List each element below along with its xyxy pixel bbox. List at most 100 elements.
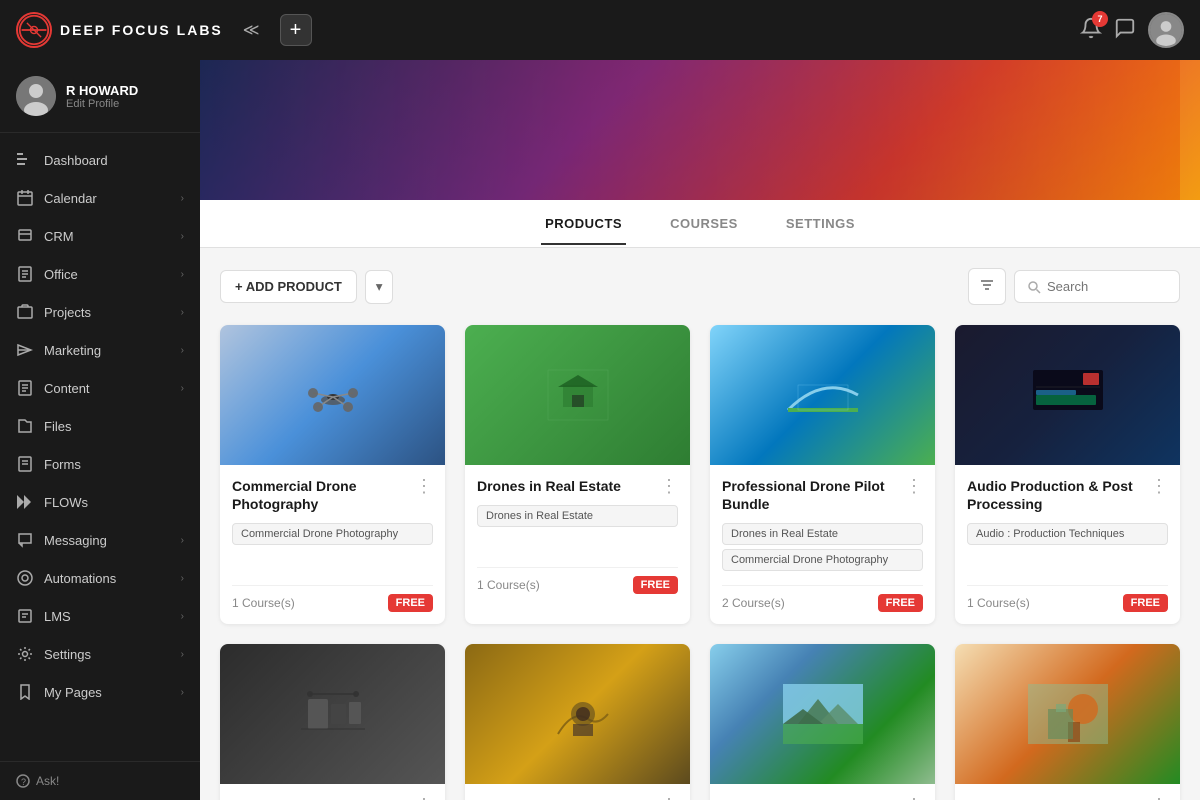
- forms-icon: [16, 455, 34, 473]
- free-badge: FREE: [388, 594, 433, 612]
- user-section: R HOWARD Edit Profile: [0, 60, 200, 133]
- sidebar-item-messaging[interactable]: Messaging ›: [0, 521, 200, 559]
- messages-btn[interactable]: [1114, 17, 1136, 44]
- sidebar-item-my-pages[interactable]: My Pages ›: [0, 673, 200, 711]
- office-icon: [16, 265, 34, 283]
- sidebar-item-dashboard[interactable]: Dashboard: [0, 141, 200, 179]
- card-image-photographer: [465, 644, 690, 784]
- hero-banner: [200, 60, 1200, 200]
- tab-products[interactable]: PRODUCTS: [541, 202, 626, 245]
- sidebar-item-settings[interactable]: Settings ›: [0, 635, 200, 673]
- product-card-landscape: Landscape Photography: Basics ⋮ Photogra…: [710, 644, 935, 800]
- notifications-btn[interactable]: 7: [1080, 17, 1102, 44]
- card-image-audio: [955, 325, 1180, 465]
- card-menu-btn[interactable]: ⋮: [905, 796, 923, 800]
- card-footer: 1 Course(s) FREE: [967, 585, 1168, 612]
- search-icon: [1027, 280, 1041, 294]
- sidebar-item-lms[interactable]: LMS ›: [0, 597, 200, 635]
- sidebar-label-forms: Forms: [44, 457, 81, 472]
- user-avatar-top[interactable]: [1148, 12, 1184, 48]
- sidebar-item-office[interactable]: Office ›: [0, 255, 200, 293]
- tab-courses[interactable]: COURSES: [666, 202, 742, 245]
- chevron-right-icon: ›: [181, 307, 184, 318]
- chevron-right-icon: ›: [181, 383, 184, 394]
- brand-name: DEEP FOCUS LABS: [60, 22, 223, 38]
- crm-icon: [16, 227, 34, 245]
- sidebar-item-crm[interactable]: CRM ›: [0, 217, 200, 255]
- toolbar-left: + ADD PRODUCT ▾: [220, 270, 393, 304]
- card-header-row: Cinematography Bundle ⋮: [232, 796, 433, 800]
- dashboard-icon: [16, 151, 34, 169]
- lms-icon: [16, 607, 34, 625]
- card-footer: 1 Course(s) FREE: [232, 585, 433, 612]
- nav-right: 7: [1080, 12, 1184, 48]
- product-card-audio: Audio Production & Post Processing ⋮ Aud…: [955, 325, 1180, 624]
- search-box: [1014, 270, 1180, 303]
- card-menu-btn[interactable]: ⋮: [905, 477, 923, 495]
- flows-icon: [16, 493, 34, 511]
- tag-list: Commercial Drone Photography: [232, 523, 433, 573]
- nav-left: DEEP FOCUS LABS ≪ +: [16, 12, 312, 48]
- sidebar-item-forms[interactable]: Forms: [0, 445, 200, 483]
- sidebar-item-content[interactable]: Content ›: [0, 369, 200, 407]
- tag: Commercial Drone Photography: [722, 549, 923, 571]
- card-body: Photography: Beginner Series ⋮ Landscape…: [955, 784, 1180, 800]
- add-product-btn[interactable]: + ADD PRODUCT: [220, 270, 357, 303]
- card-menu-btn[interactable]: ⋮: [1150, 796, 1168, 800]
- chevron-right-icon: ›: [181, 269, 184, 280]
- filter-btn[interactable]: [968, 268, 1006, 305]
- chevron-right-icon: ›: [181, 687, 184, 698]
- course-count: 1 Course(s): [477, 578, 540, 592]
- card-title: Landscape Photography: Basics: [722, 796, 905, 800]
- card-body: Cinematography Bundle ⋮ Cinematography S…: [220, 784, 445, 800]
- chevron-right-icon: ›: [181, 611, 184, 622]
- dropdown-btn[interactable]: ▾: [365, 270, 394, 304]
- sidebar-label-lms: LMS: [44, 609, 71, 624]
- sidebar-item-marketing[interactable]: Marketing ›: [0, 331, 200, 369]
- automations-icon: [16, 569, 34, 587]
- ask-btn[interactable]: ? Ask!: [0, 761, 200, 800]
- card-header-row: The Practicing Photographer ⋮: [477, 796, 678, 800]
- card-image-drone: [220, 325, 445, 465]
- card-menu-btn[interactable]: ⋮: [415, 477, 433, 495]
- card-menu-btn[interactable]: ⋮: [415, 796, 433, 800]
- sidebar-item-flows[interactable]: FLOWs: [0, 483, 200, 521]
- tag: Drones in Real Estate: [477, 505, 678, 527]
- product-card-drones-estate: Drones in Real Estate ⋮ Drones in Real E…: [465, 325, 690, 624]
- card-header-row: Professional Drone Pilot Bundle ⋮: [722, 477, 923, 513]
- sidebar-label-files: Files: [44, 419, 71, 434]
- search-input[interactable]: [1047, 279, 1167, 294]
- product-card-practicing-photographer: The Practicing Photographer ⋮ The Practi…: [465, 644, 690, 800]
- card-menu-btn[interactable]: ⋮: [660, 796, 678, 800]
- card-body: Professional Drone Pilot Bundle ⋮ Drones…: [710, 465, 935, 624]
- card-image-beginner: [955, 644, 1180, 784]
- tab-settings[interactable]: SETTINGS: [782, 202, 859, 245]
- user-name: R HOWARD: [66, 83, 138, 98]
- chevron-right-icon: ›: [181, 649, 184, 660]
- sidebar-item-files[interactable]: Files: [0, 407, 200, 445]
- card-title: The Practicing Photographer: [477, 796, 660, 800]
- files-icon: [16, 417, 34, 435]
- course-count: 1 Course(s): [967, 596, 1030, 610]
- sidebar-label-automations: Automations: [44, 571, 116, 586]
- add-new-btn[interactable]: +: [280, 14, 312, 46]
- svg-text:?: ?: [21, 777, 26, 787]
- card-menu-btn[interactable]: ⋮: [660, 477, 678, 495]
- card-header-row: Commercial Drone Photography ⋮: [232, 477, 433, 513]
- product-card-cinematography: Cinematography Bundle ⋮ Cinematography S…: [220, 644, 445, 800]
- sidebar-label-marketing: Marketing: [44, 343, 101, 358]
- toolbar-right: [968, 268, 1180, 305]
- collapse-sidebar-btn[interactable]: ≪: [235, 16, 268, 44]
- edit-profile-link[interactable]: Edit Profile: [66, 98, 138, 110]
- sidebar-item-automations[interactable]: Automations ›: [0, 559, 200, 597]
- sidebar-item-calendar[interactable]: Calendar ›: [0, 179, 200, 217]
- brand-logo: DEEP FOCUS LABS: [16, 12, 223, 48]
- course-count: 1 Course(s): [232, 596, 295, 610]
- sidebar-item-projects[interactable]: Projects ›: [0, 293, 200, 331]
- user-info: R HOWARD Edit Profile: [66, 83, 138, 110]
- chevron-right-icon: ›: [181, 573, 184, 584]
- card-menu-btn[interactable]: ⋮: [1150, 477, 1168, 495]
- tag: Commercial Drone Photography: [232, 523, 433, 545]
- sidebar-label-flows: FLOWs: [44, 495, 88, 510]
- products-container: + ADD PRODUCT ▾: [200, 248, 1200, 800]
